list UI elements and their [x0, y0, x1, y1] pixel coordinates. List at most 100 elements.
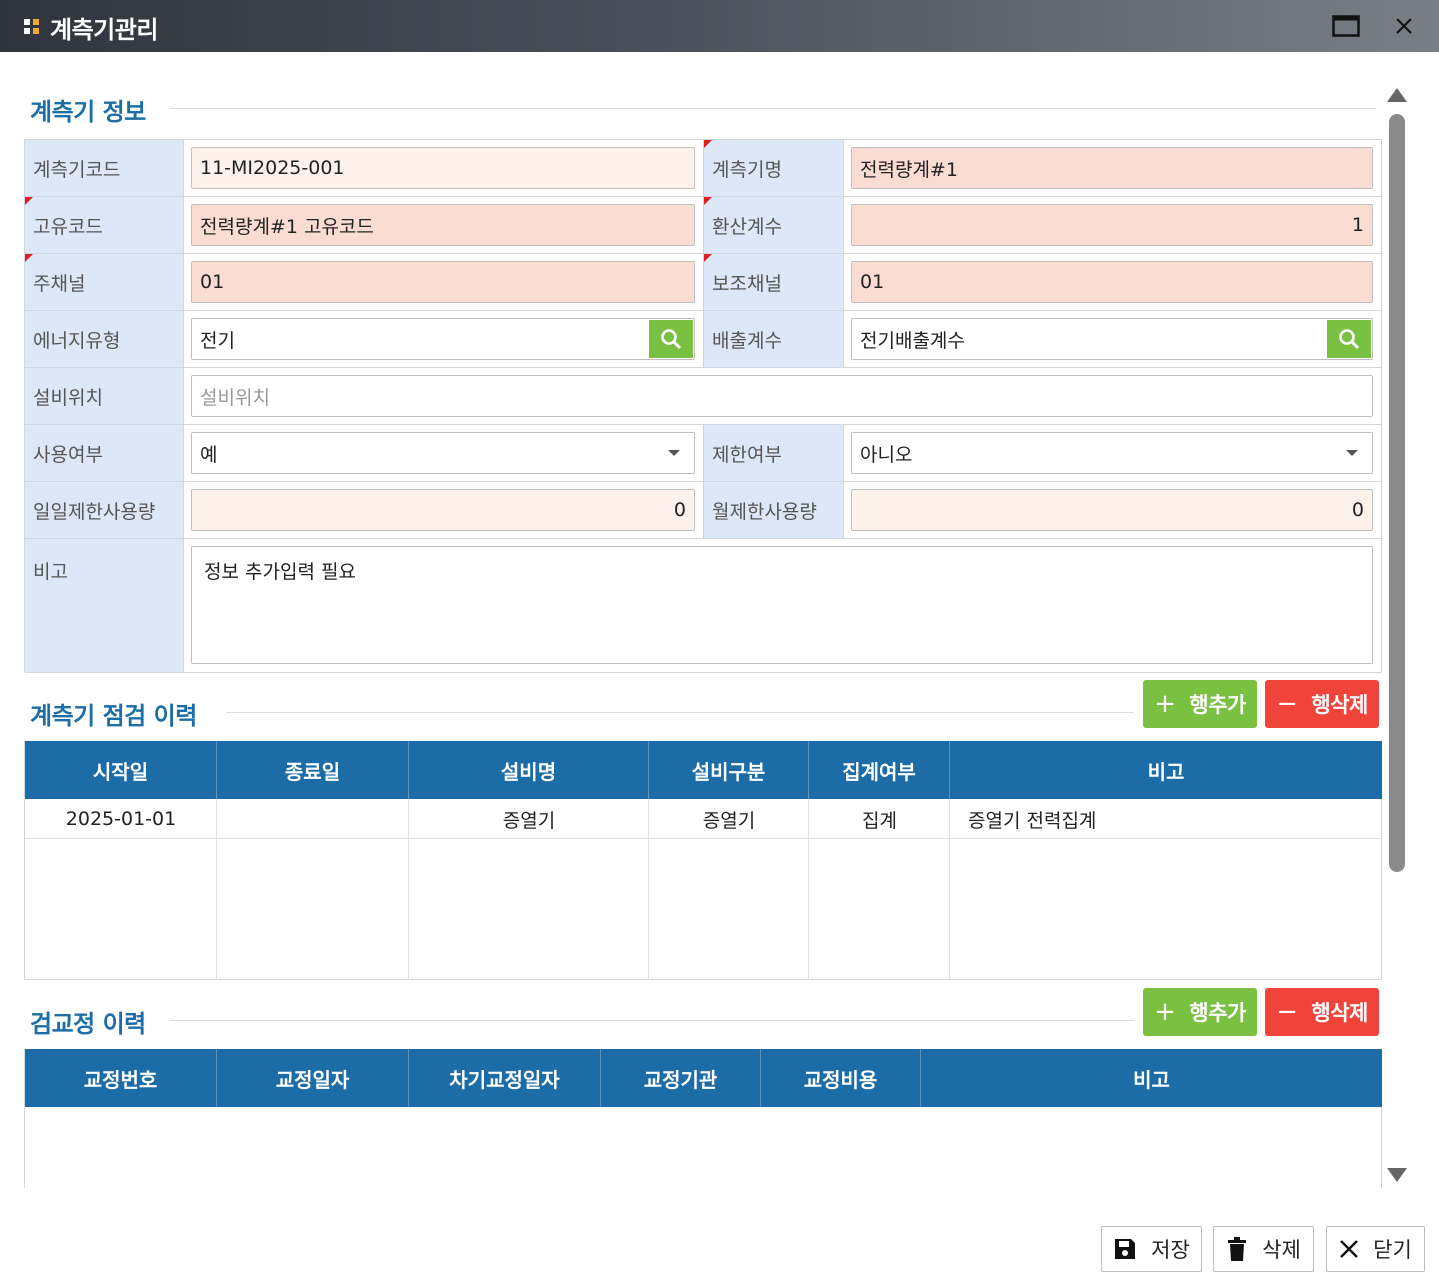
save-button[interactable]: 저장	[1101, 1226, 1202, 1272]
add-row-label: 행추가	[1189, 693, 1246, 717]
section-divider	[170, 108, 1376, 109]
plus-icon: +	[1154, 997, 1176, 1027]
maximize-button[interactable]	[1328, 8, 1364, 44]
meter-info-form: 계측기코드 11-MI2025-001 계측기명 전력량계#1 고유코드 전력량…	[24, 139, 1382, 673]
save-label: 저장	[1151, 1238, 1190, 1262]
name-input[interactable]: 전력량계#1	[851, 147, 1373, 189]
table-cell: 증열기 전력집계	[968, 809, 1097, 832]
search-icon	[1339, 329, 1360, 350]
chevron-down-icon	[1346, 450, 1358, 456]
calibration-grid: 교정번호 교정일자 차기교정일자 교정기관 교정비용 비고	[24, 1049, 1382, 1188]
column-header[interactable]: 비고	[950, 741, 1382, 799]
column-header[interactable]: 시작일	[25, 741, 217, 799]
close-icon	[1340, 1240, 1359, 1258]
add-row-label: 행추가	[1189, 1001, 1246, 1025]
form-content[interactable]: 계측기 정보 계측기코드 11-MI2025-001 계측기명 전력량계#1 고…	[0, 52, 1439, 1188]
calibration-add-row-button[interactable]: + 행추가	[1143, 988, 1257, 1036]
column-header[interactable]: 설비구분	[649, 741, 809, 799]
form-row: 고유코드 전력량계#1 고유코드 환산계수 1	[25, 197, 1382, 254]
limit-yn-value: 아니오	[860, 443, 913, 466]
daily-limit-label: 일일제한사용량	[25, 482, 184, 538]
limit-yn-select[interactable]: 아니오	[851, 432, 1373, 474]
energy-type-label: 에너지유형	[25, 311, 184, 367]
close-label: 닫기	[1373, 1238, 1412, 1262]
code-input[interactable]: 11-MI2025-001	[191, 147, 695, 189]
inspection-delete-row-button[interactable]: − 행삭제	[1265, 680, 1379, 728]
form-row: 설비위치 설비위치	[25, 368, 1382, 425]
calibration-delete-row-button[interactable]: − 행삭제	[1265, 988, 1379, 1036]
remark-label: 비고	[25, 539, 184, 672]
delete-row-label: 행삭제	[1311, 693, 1368, 717]
trash-icon	[1228, 1237, 1247, 1261]
name-label: 계측기명	[704, 140, 844, 196]
scroll-thumb[interactable]	[1389, 114, 1405, 872]
use-yn-value: 예	[200, 443, 218, 466]
energy-type-field[interactable]: 전기	[191, 318, 695, 360]
sub-channel-label: 보조채널	[704, 254, 844, 310]
delete-row-label: 행삭제	[1311, 1001, 1368, 1025]
table-cell: 2025-01-01	[65, 808, 177, 830]
delete-button[interactable]: 삭제	[1213, 1226, 1314, 1272]
table-cell: 증열기	[502, 809, 556, 832]
scroll-up-icon[interactable]	[1387, 88, 1407, 102]
section-divider	[170, 1020, 1134, 1021]
column-header[interactable]: 교정번호	[25, 1049, 217, 1107]
column-header[interactable]: 비고	[921, 1049, 1382, 1107]
form-row: 주채널 01 보조채널 01	[25, 254, 1382, 311]
column-header[interactable]: 집계여부	[809, 741, 950, 799]
section-divider	[226, 712, 1134, 713]
inspection-add-row-button[interactable]: + 행추가	[1143, 680, 1257, 728]
form-row: 사용여부 예 제한여부 아니오	[25, 425, 1382, 482]
unique-code-input[interactable]: 전력량계#1 고유코드	[191, 204, 695, 246]
column-header[interactable]: 교정일자	[217, 1049, 409, 1107]
unique-code-label: 고유코드	[25, 197, 184, 253]
window-title: 계측기관리	[50, 16, 158, 44]
monthly-limit-input[interactable]: 0	[851, 489, 1373, 531]
column-header[interactable]: 차기교정일자	[409, 1049, 601, 1107]
location-input[interactable]: 설비위치	[191, 375, 1373, 417]
column-header[interactable]: 교정기관	[601, 1049, 761, 1107]
column-header[interactable]: 교정비용	[761, 1049, 921, 1107]
use-yn-label: 사용여부	[25, 425, 184, 481]
conversion-input[interactable]: 1	[851, 204, 1373, 246]
table-cell: 증열기	[702, 809, 756, 832]
use-yn-select[interactable]: 예	[191, 432, 695, 474]
save-icon	[1115, 1239, 1136, 1259]
search-icon	[661, 329, 682, 350]
grid-header: 시작일 종료일 설비명 설비구분 집계여부 비고	[25, 741, 1382, 799]
daily-limit-input[interactable]: 0	[191, 489, 695, 531]
form-row: 비고 정보 추가입력 필요	[25, 539, 1382, 673]
emission-search-button[interactable]	[1327, 320, 1371, 358]
close-button[interactable]: 닫기	[1326, 1226, 1425, 1272]
close-icon	[1396, 18, 1412, 34]
emission-label: 배출계수	[704, 311, 844, 367]
code-label: 계측기코드	[25, 140, 184, 196]
chevron-down-icon	[668, 450, 680, 456]
delete-label: 삭제	[1262, 1238, 1301, 1262]
form-row: 계측기코드 11-MI2025-001 계측기명 전력량계#1	[25, 140, 1382, 197]
column-header[interactable]: 종료일	[217, 741, 409, 799]
monthly-limit-label: 월제한사용량	[704, 482, 844, 538]
grid-header: 교정번호 교정일자 차기교정일자 교정기관 교정비용 비고	[25, 1049, 1382, 1107]
minus-icon: −	[1276, 997, 1298, 1027]
form-row: 일일제한사용량 0 월제한사용량 0	[25, 482, 1382, 539]
meter-info-title: 계측기 정보	[30, 98, 146, 126]
location-label: 설비위치	[25, 368, 184, 424]
scroll-down-icon[interactable]	[1387, 1168, 1407, 1182]
remark-textarea[interactable]: 정보 추가입력 필요	[191, 546, 1373, 664]
emission-field[interactable]: 전기배출계수	[851, 318, 1373, 360]
close-window-button[interactable]	[1386, 8, 1422, 44]
title-bar[interactable]: 계측기관리	[0, 0, 1439, 52]
vertical-scrollbar[interactable]	[1386, 82, 1408, 1188]
form-row: 에너지유형 전기 배출계수 전기배출계수	[25, 311, 1382, 368]
table-cell	[217, 799, 409, 839]
table-cell: 집계	[862, 809, 897, 832]
table-row[interactable]: 2025-01-01 증열기 증열기 집계 증열기 전력집계	[25, 799, 1382, 839]
column-header[interactable]: 설비명	[409, 741, 649, 799]
energy-type-search-button[interactable]	[649, 320, 693, 358]
sub-channel-input[interactable]: 01	[851, 261, 1373, 303]
main-channel-input[interactable]: 01	[191, 261, 695, 303]
grip-icon	[24, 19, 40, 35]
limit-yn-label: 제한여부	[704, 425, 844, 481]
emission-value: 전기배출계수	[860, 329, 965, 352]
